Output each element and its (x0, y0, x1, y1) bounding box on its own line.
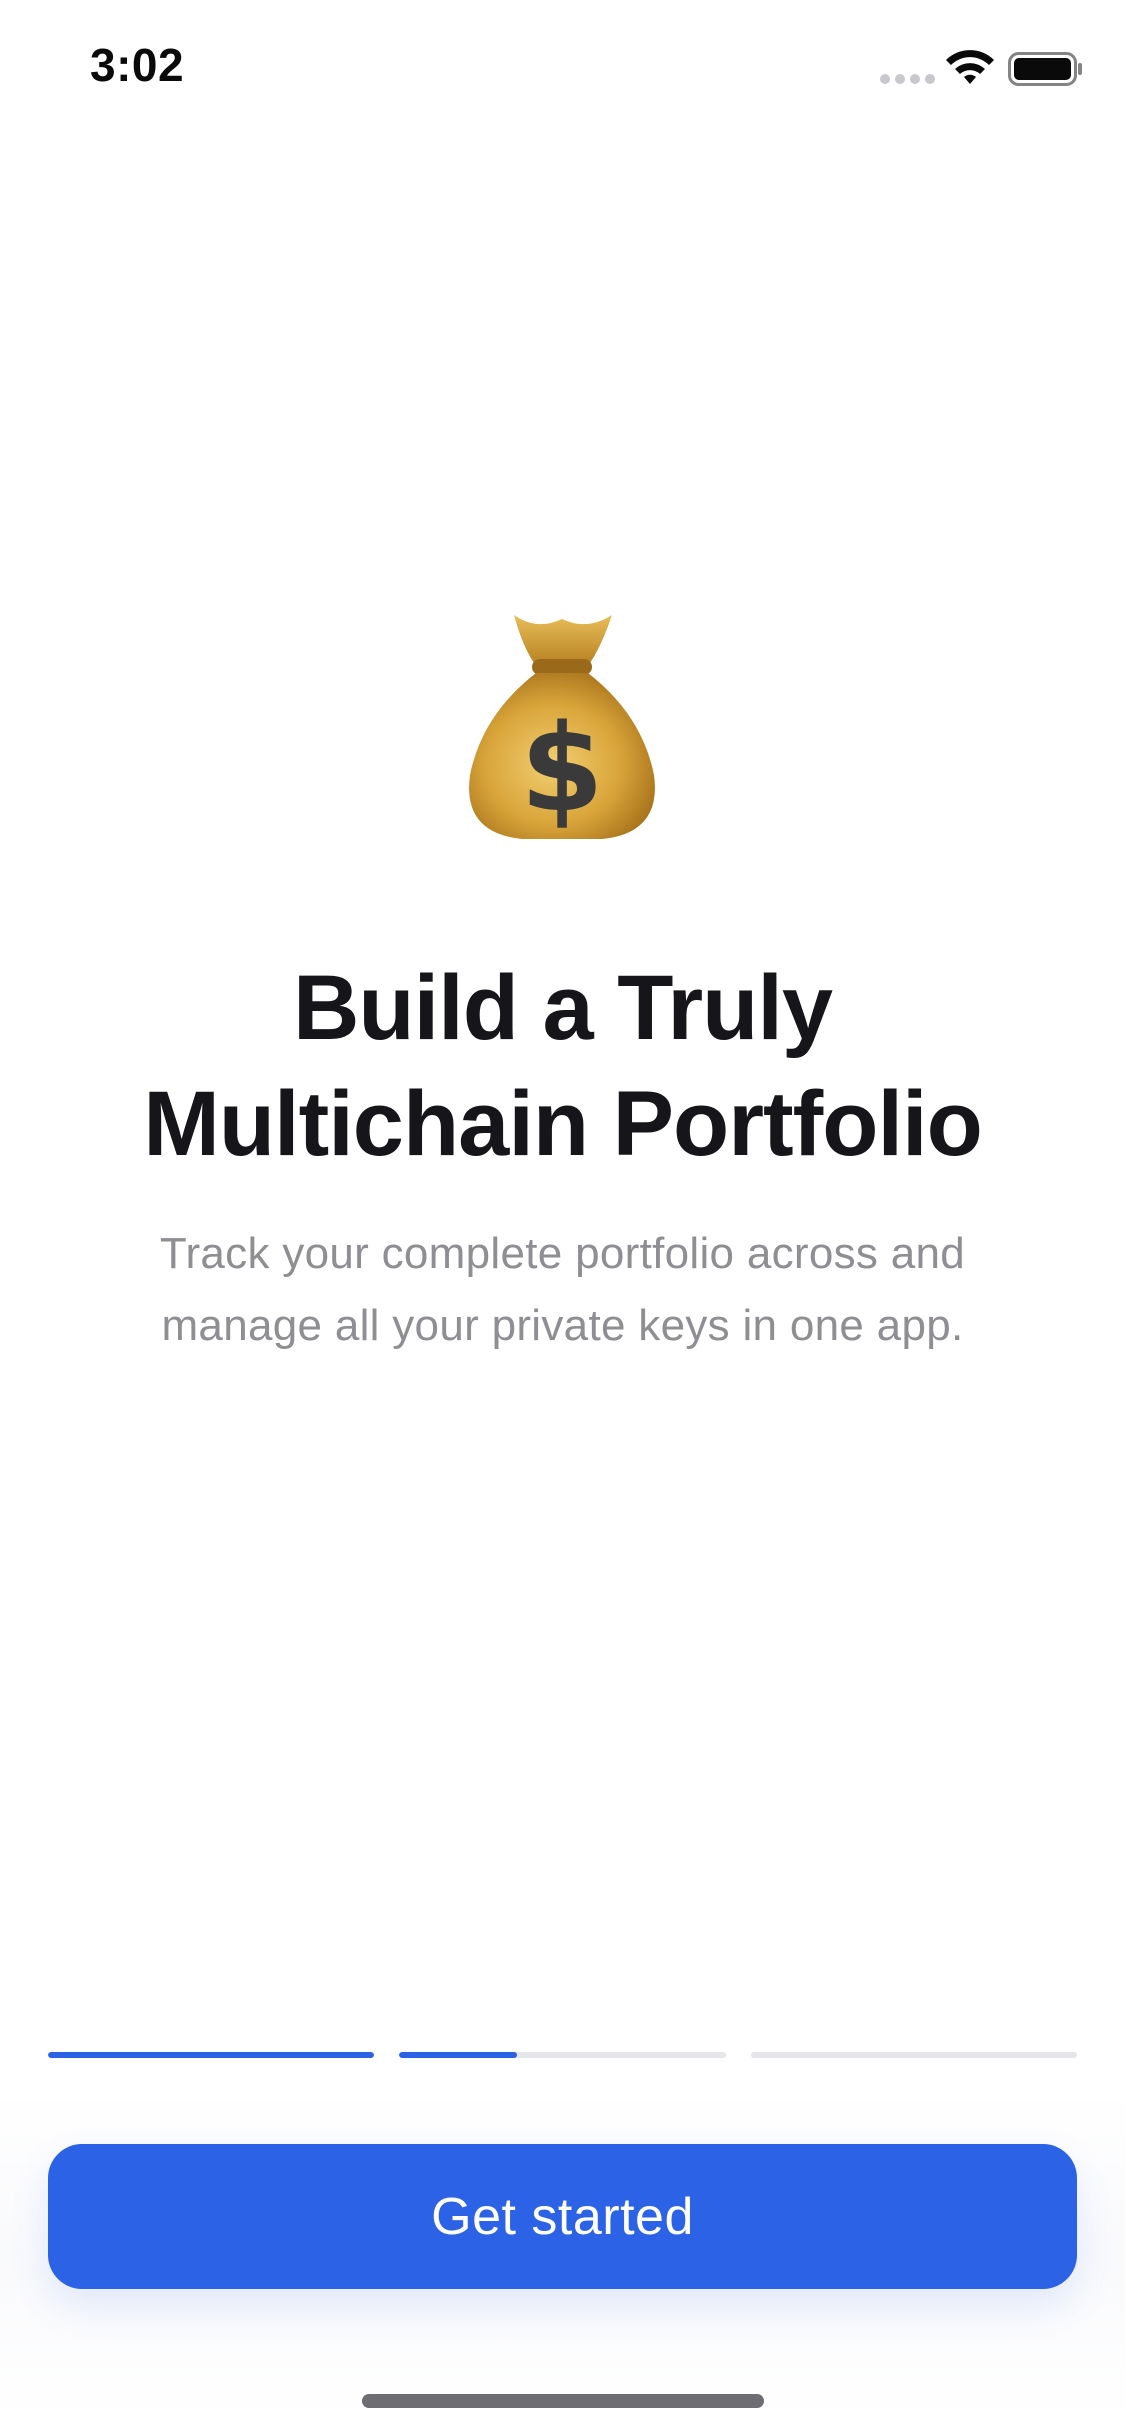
wifi-icon (946, 50, 994, 84)
title-line-1: Build a Truly (292, 957, 833, 1059)
progress-segment-2 (399, 2052, 726, 2058)
status-bar: 3:02 (0, 0, 1125, 140)
onboarding-screen: 3:02 $ Build a Truly Multichain Portfoli… (0, 0, 1125, 2436)
home-indicator[interactable] (362, 2394, 764, 2408)
get-started-button[interactable]: Get started (48, 2144, 1077, 2289)
status-time: 3:02 (90, 39, 185, 91)
subtitle-line-1: Track your complete portfolio across and (159, 1229, 966, 1278)
progress-segment-3 (750, 2052, 1077, 2058)
subtitle-line-2: manage all your private keys in one app. (161, 1301, 964, 1350)
onboarding-progress (48, 2052, 1077, 2060)
signal-dots-icon (880, 74, 935, 84)
page-title: Build a Truly Multichain Portfolio (60, 950, 1065, 1182)
svg-text:$: $ (520, 700, 604, 839)
title-line-2: Multichain Portfolio (143, 1073, 983, 1175)
page-subtitle: Track your complete portfolio across and… (100, 1218, 1025, 1362)
battery-icon (1008, 52, 1082, 86)
progress-segment-1 (48, 2052, 375, 2058)
money-bag-icon: $ (469, 615, 655, 839)
